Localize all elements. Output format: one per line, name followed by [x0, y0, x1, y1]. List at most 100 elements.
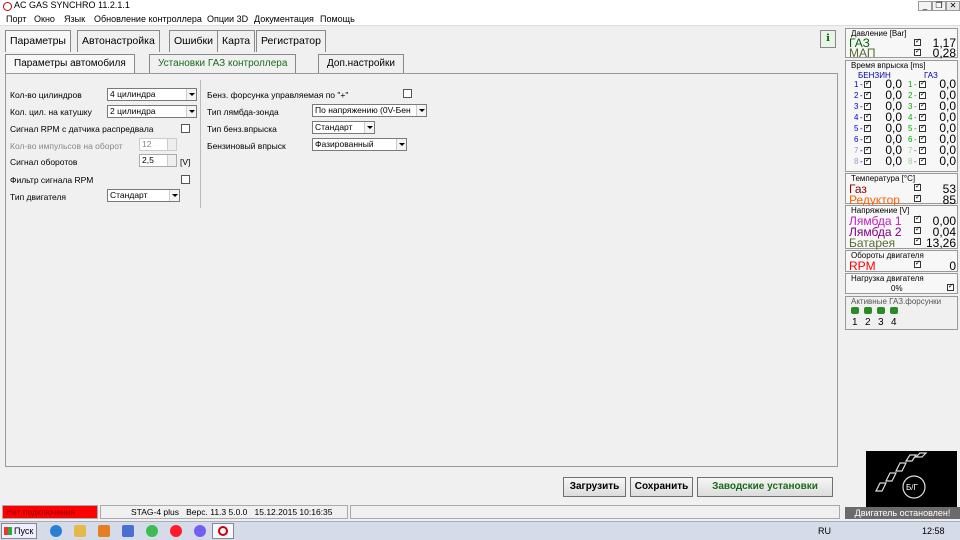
gas-inj-checkbox[interactable] [919, 145, 926, 154]
injection-title: Время впрыска [ms] [851, 61, 926, 70]
start-button[interactable]: Пуск [1, 523, 37, 539]
lambda1-checkbox[interactable] [914, 214, 921, 223]
gas-inj-checkbox[interactable] [919, 112, 926, 121]
tab-recorder[interactable]: Регистратор [256, 30, 326, 52]
gas-inj-checkbox[interactable] [919, 90, 926, 99]
factory-settings-button[interactable]: Заводские установки [697, 477, 833, 497]
petrol-inj-checkbox[interactable] [864, 112, 871, 121]
media-icon[interactable] [98, 525, 110, 537]
tab-parameters[interactable]: Параметры [5, 30, 71, 52]
chevron-down-icon [364, 122, 374, 133]
lambda2-checkbox[interactable] [914, 225, 921, 234]
temp-reductor-checkbox[interactable] [914, 193, 921, 202]
chevron-down-icon [396, 139, 406, 150]
folder-icon[interactable] [74, 525, 86, 537]
coil-value: 2 цилиндра [110, 106, 156, 116]
dash-icon: - [914, 113, 917, 122]
petrol-inj-type-value: Стандарт [315, 122, 353, 132]
gas-inj-number: 4 [908, 113, 913, 122]
save-button[interactable]: Сохранить [630, 477, 693, 497]
petrol-inj-number: 8 [854, 157, 859, 166]
subtab-gas-controller[interactable]: Установки ГАЗ контроллера [149, 54, 297, 73]
injection-group: Время впрыска [ms] БЕНЗИН ГАЗ 1-0,01-0,0… [845, 60, 958, 172]
tab-autotune[interactable]: Автонастройка [77, 30, 160, 52]
language-indicator[interactable]: RU [818, 526, 831, 536]
menu-window[interactable]: Окно [34, 14, 55, 24]
chrome-icon[interactable] [146, 525, 158, 537]
viber-icon[interactable] [194, 525, 206, 537]
temp-gas-checkbox[interactable] [914, 182, 921, 191]
petrol-inj-checkbox[interactable] [864, 123, 871, 132]
dash-icon: - [860, 124, 863, 133]
gas-inj-checkbox[interactable] [919, 156, 926, 165]
lambda-type-value: По напряжению (0V-Бен [315, 105, 411, 115]
petrol-inj-checkbox[interactable] [864, 156, 871, 165]
maximize-button[interactable]: ❐ [932, 1, 946, 11]
tab-map[interactable]: Карта [217, 30, 256, 52]
dash-icon: - [860, 102, 863, 111]
chevron-down-icon [186, 89, 196, 100]
gas-injector-icon [877, 307, 885, 314]
petrol-inj-checkbox[interactable] [864, 134, 871, 143]
ac-gas-task-button[interactable] [212, 523, 234, 539]
subtab-car-params[interactable]: Параметры автомобиля [5, 54, 135, 73]
status-empty [350, 505, 840, 519]
gas-inj-number: 2 [908, 91, 913, 100]
pulses-spinner[interactable]: 12 [139, 138, 177, 151]
rpm-signal-spinner[interactable]: 2,5 [139, 154, 177, 167]
rpm-checkbox[interactable] [914, 259, 921, 268]
petrol-inj-checkbox[interactable] [864, 90, 871, 99]
coil-select[interactable]: 2 цилиндра [107, 105, 197, 118]
info-icon[interactable]: ℹ [820, 30, 836, 48]
petrol-inj-mode-select[interactable]: Фазированный [312, 138, 407, 151]
petrol-inj-checkbox[interactable] [864, 101, 871, 110]
menu-docs[interactable]: Документация [254, 14, 314, 24]
close-button[interactable]: ✕ [946, 1, 960, 11]
gas-inj-checkbox[interactable] [919, 101, 926, 110]
petrol-inj-value: 0,0 [885, 154, 902, 168]
rpm-cam-checkbox[interactable] [181, 124, 190, 133]
lambda-type-select[interactable]: По напряжению (0V-Бен [312, 104, 427, 117]
dash-icon: - [860, 91, 863, 100]
rpm-signal-value: 2,5 [142, 155, 154, 165]
engine-indicator: Б/Г [866, 451, 957, 507]
subtab-extra[interactable]: Доп.настройки [318, 54, 404, 73]
petrol-inj-type-label: Тип бенз.впрыска [207, 124, 277, 134]
tab-errors[interactable]: Ошибки [169, 30, 218, 52]
petrol-inj-mode-label: Бензиновый впрыск [207, 141, 286, 151]
gas-inj-number: 3 [908, 102, 913, 111]
cyl-value: 4 цилиндра [110, 89, 156, 99]
petrol-inj-checkbox[interactable] [403, 89, 412, 98]
save-icon[interactable] [122, 525, 134, 537]
petrol-inj-checkbox[interactable] [864, 145, 871, 154]
dash-icon: - [860, 113, 863, 122]
menu-language[interactable]: Язык [64, 14, 85, 24]
spinner-arrows-icon [167, 155, 176, 166]
clock[interactable]: 12:58 [922, 526, 945, 536]
opera-icon[interactable] [170, 525, 182, 537]
active-injectors-title: Активные ГАЗ.форсунки [851, 297, 942, 306]
pressure-group: Давление [Bar] ГАЗ 1,17 МАП 0,28 [845, 28, 958, 59]
gas-pressure-checkbox[interactable] [914, 37, 921, 46]
load-button[interactable]: Загрузить [563, 477, 626, 497]
menu-update[interactable]: Обновление контроллера [94, 14, 202, 24]
rpm-label: RPM [849, 259, 876, 273]
engine-type-select[interactable]: Стандарт [107, 189, 180, 202]
menu-3d-options[interactable]: Опции 3D [207, 14, 248, 24]
ie-icon[interactable] [50, 525, 62, 537]
gas-inj-checkbox[interactable] [919, 123, 926, 132]
menu-port[interactable]: Порт [6, 14, 26, 24]
petrol-inj-type-select[interactable]: Стандарт [312, 121, 375, 134]
cyl-select[interactable]: 4 цилиндра [107, 88, 197, 101]
gas-inj-checkbox[interactable] [919, 79, 926, 88]
chevron-down-icon [186, 106, 196, 117]
battery-checkbox[interactable] [914, 236, 921, 245]
gas-inj-checkbox[interactable] [919, 134, 926, 143]
minimize-button[interactable]: _ [918, 1, 932, 11]
map-checkbox[interactable] [914, 47, 921, 56]
menu-help[interactable]: Помощь [320, 14, 355, 24]
rpm-filter-checkbox[interactable] [181, 175, 190, 184]
petrol-inj-checkbox[interactable] [864, 79, 871, 88]
petrol-inj-number: 5 [854, 124, 859, 133]
load-checkbox[interactable] [947, 282, 954, 291]
